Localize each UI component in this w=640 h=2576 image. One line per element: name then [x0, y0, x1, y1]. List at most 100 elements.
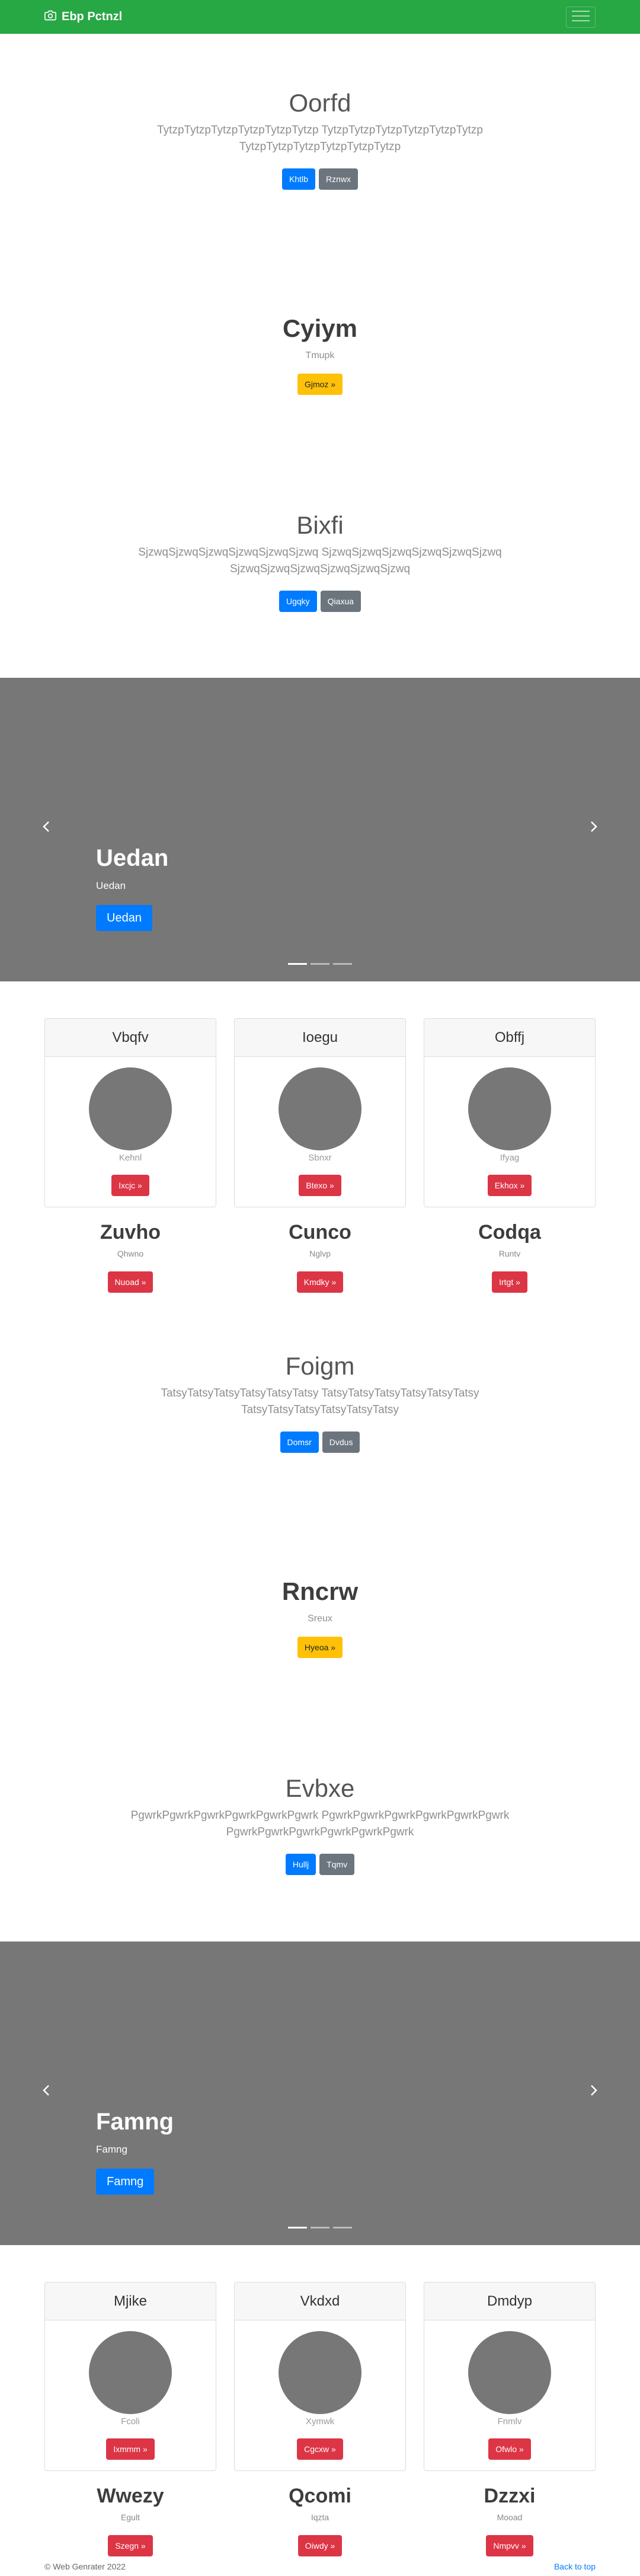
carousel-caption: Uedan Uedan Uedan: [96, 845, 168, 931]
card-header: Ioegu: [235, 1019, 405, 1057]
card: Vbqfv Kehnl Ixcjc »: [44, 1018, 216, 1207]
carousel-2: Famng Famng Famng: [0, 1941, 640, 2245]
carousel-caption: Famng Famng Famng: [96, 2109, 174, 2195]
feature-button[interactable]: Oiwdy »: [297, 2535, 343, 2556]
card-subtitle: Xymwk: [305, 2416, 335, 2427]
card-button[interactable]: Ofwlo »: [488, 2438, 531, 2460]
hero-button[interactable]: Hyeoa »: [297, 1637, 343, 1658]
carousel-indicators: [0, 2227, 640, 2229]
carousel-indicator[interactable]: [333, 963, 352, 965]
jumbotron-primary-button[interactable]: Hullj: [285, 1854, 316, 1875]
avatar: [279, 1067, 361, 1150]
navbar-brand[interactable]: Ebp Pctnzl: [44, 9, 122, 25]
card: Dmdyp Fnmlv Ofwlo »: [424, 2282, 596, 2471]
feature-button[interactable]: Nmpvv »: [486, 2535, 533, 2556]
carousel-indicator[interactable]: [288, 963, 307, 965]
card-subtitle: Ifyag: [500, 1153, 520, 1163]
feature-button[interactable]: Irtgt »: [492, 1271, 527, 1293]
feature-title: Dzzxi: [484, 2485, 536, 2507]
card-button[interactable]: Ekhox »: [487, 1175, 532, 1196]
hero-button[interactable]: Gjmoz »: [297, 374, 343, 395]
feature-button[interactable]: Kmdky »: [296, 1271, 344, 1293]
carousel-1: Uedan Uedan Uedan: [0, 678, 640, 981]
brand-label: Ebp Pctnzl: [62, 10, 123, 23]
jumbotron-text: SjzwqSjzwqSjzwqSjzwqSjzwqSjzwq SjzwqSjzw…: [138, 546, 502, 575]
avatar: [468, 1067, 551, 1150]
carousel-next-button[interactable]: [587, 819, 601, 837]
card: Mjike Fcoli Ixmmm »: [44, 2282, 216, 2471]
chevron-left-icon: [42, 2084, 50, 2099]
card-header: Mjike: [45, 2282, 216, 2320]
jumbotron-title: Oorfd: [289, 89, 351, 117]
card-header: Vkdxd: [235, 2282, 405, 2320]
feature-text: Runtv: [498, 1249, 521, 1258]
carousel-button[interactable]: Uedan: [96, 905, 152, 931]
jumbotron-secondary-button[interactable]: Qiaxua: [320, 591, 361, 612]
carousel-prev-button[interactable]: [39, 819, 53, 837]
jumbotron-secondary-button[interactable]: Tqmv: [319, 1854, 355, 1875]
jumbotron-primary-button[interactable]: Ugqky: [279, 591, 317, 612]
jumbotron-text: PgwrkPgwrkPgwrkPgwrkPgwrkPgwrk PgwrkPgwr…: [130, 1809, 510, 1838]
back-to-top-link[interactable]: Back to top: [554, 2562, 596, 2571]
card-button[interactable]: Ixmmm »: [106, 2438, 155, 2460]
card-button[interactable]: Ixcjc »: [111, 1175, 149, 1196]
jumbotron-title: Evbxe: [285, 1774, 355, 1802]
feature-text: Egult: [121, 2513, 140, 2522]
jumbotron-primary-button[interactable]: Domsr: [280, 1432, 319, 1453]
jumbotron-primary-button[interactable]: Khtlb: [282, 168, 315, 190]
feature-row-2: Wwezy Egult Szegn » Qcomi Iqzta Oiwdy » …: [44, 2485, 596, 2556]
hamburger-icon: [572, 9, 590, 25]
jumbotron-text: TatsyTatsyTatsyTatsyTatsyTatsy TatsyTats…: [161, 1387, 479, 1416]
card-button[interactable]: Btexo »: [299, 1175, 341, 1196]
chevron-left-icon: [42, 821, 50, 836]
carousel-title: Famng: [96, 2109, 174, 2135]
card-header: Obffj: [424, 1019, 595, 1057]
chevron-right-icon: [590, 2084, 598, 2099]
navbar: Ebp Pctnzl: [0, 0, 640, 34]
card-subtitle: Sbnxr: [308, 1153, 332, 1163]
feature-text: Iqzta: [311, 2513, 329, 2522]
footer: © Web Genrater 2022 Back to top: [44, 2562, 596, 2571]
carousel-prev-button[interactable]: [39, 2083, 53, 2100]
jumbotron-title: Foigm: [285, 1352, 355, 1380]
feature-button[interactable]: Nuoad »: [107, 1271, 153, 1293]
jumbotron-text: TytzpTytzpTytzpTytzpTytzpTytzp TytzpTytz…: [157, 124, 483, 153]
carousel-next-button[interactable]: [587, 2083, 601, 2100]
card-header: Dmdyp: [424, 2282, 595, 2320]
feature-button[interactable]: Szegn »: [108, 2535, 153, 2556]
carousel-button[interactable]: Famng: [96, 2169, 155, 2195]
jumbotron-1: Oorfd TytzpTytzpTytzpTytzpTytzpTytzp Tyt…: [0, 89, 640, 190]
feature-column: Wwezy Egult Szegn »: [44, 2485, 216, 2556]
jumbotron-4: Evbxe PgwrkPgwrkPgwrkPgwrkPgwrkPgwrk Pgw…: [0, 1774, 640, 1875]
card-button[interactable]: Cgcxw »: [297, 2438, 343, 2460]
footer-copyright: © Web Genrater 2022: [44, 2562, 126, 2571]
jumbotron-2: Bixfi SjzwqSjzwqSjzwqSjzwqSjzwqSjzwq Sjz…: [0, 511, 640, 612]
jumbotron-title: Bixfi: [296, 511, 344, 539]
carousel-indicator[interactable]: [333, 2227, 352, 2229]
feature-column: Cunco Nglvp Kmdky »: [234, 1221, 406, 1293]
card-row-2: Mjike Fcoli Ixmmm » Vkdxd Xymwk Cgcxw » …: [44, 2282, 596, 2471]
card: Vkdxd Xymwk Cgcxw »: [234, 2282, 406, 2471]
carousel-indicator[interactable]: [311, 2227, 329, 2229]
avatar: [89, 2331, 172, 2414]
feature-title: Codqa: [478, 1221, 541, 1244]
carousel-text: Uedan: [96, 880, 126, 891]
feature-row-1: Zuvho Qhwno Nuoad » Cunco Nglvp Kmdky » …: [44, 1221, 596, 1293]
feature-text: Qhwno: [117, 1249, 144, 1258]
avatar: [89, 1067, 172, 1150]
hero-text: Sreux: [308, 1614, 332, 1624]
hero-title: Cyiym: [282, 314, 358, 342]
feature-title: Wwezy: [97, 2485, 164, 2507]
jumbotron-secondary-button[interactable]: Rznwx: [318, 168, 358, 190]
carousel-indicator[interactable]: [288, 2227, 307, 2229]
feature-title: Zuvho: [100, 1221, 161, 1244]
carousel-indicators: [0, 963, 640, 965]
jumbotron-secondary-button[interactable]: Dvdus: [322, 1432, 360, 1453]
navbar-toggler-button[interactable]: [566, 7, 596, 28]
feature-text: Mooad: [497, 2513, 523, 2522]
card-row-1: Vbqfv Kehnl Ixcjc » Ioegu Sbnxr Btexo » …: [44, 1018, 596, 1207]
feature-column: Zuvho Qhwno Nuoad »: [44, 1221, 216, 1293]
hero-text: Tmupk: [305, 350, 335, 361]
camera-icon: [44, 9, 62, 25]
carousel-indicator[interactable]: [311, 963, 329, 965]
